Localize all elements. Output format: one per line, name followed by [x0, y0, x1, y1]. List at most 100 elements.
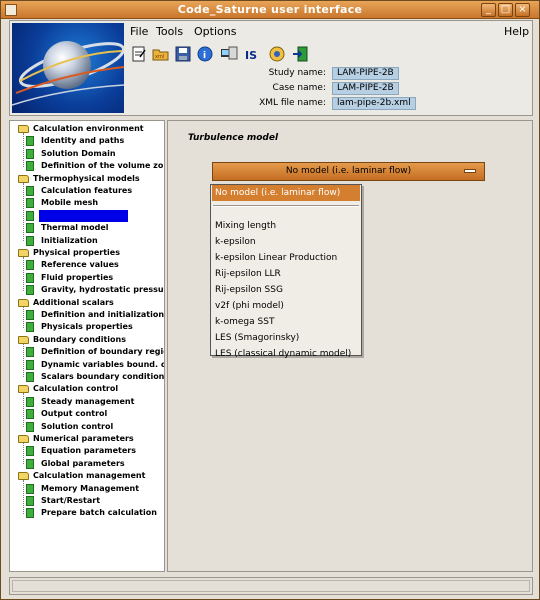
svg-text:i: i — [203, 51, 206, 61]
tree-group-label: Calculation control — [33, 384, 119, 394]
page-icon — [26, 446, 34, 457]
turbulence-model-options: No model (i.e. laminar flow) Mixing lengt… — [210, 184, 362, 359]
page-icon — [26, 272, 34, 283]
turbulence-option[interactable]: Mixing length — [212, 218, 360, 234]
turbulence-option[interactable]: LES (classical dynamic model) — [212, 346, 360, 362]
page-icon — [26, 372, 34, 382]
tree-item-label: Solution control — [41, 421, 114, 431]
toolbar: xml i IS — [126, 45, 532, 65]
section-title: Turbulence model — [188, 133, 279, 143]
tree-item-label: Mobile mesh — [41, 198, 99, 208]
tree-group-label: Calculation management — [33, 471, 146, 481]
folder-open-icon — [18, 298, 29, 307]
tree-connector — [23, 443, 24, 465]
tree-item-label: Physicals properties — [41, 322, 133, 332]
tree-group-label: Boundary conditions — [33, 334, 126, 344]
dropdown-indicator-icon — [464, 169, 476, 173]
code-saturne-logo — [12, 23, 124, 113]
page-icon — [26, 483, 34, 494]
navigation-tree[interactable]: Calculation environment Identity and path… — [9, 120, 165, 572]
tree-item-label: Gravity, hydrostatic pressure — [41, 285, 165, 295]
case-name-label: Case name: — [272, 83, 326, 93]
page-icon — [26, 421, 34, 432]
tree-group-label: Physical properties — [33, 248, 120, 257]
tree-item-label: Identity and paths — [41, 136, 125, 146]
close-icon[interactable]: × — [515, 3, 530, 17]
page-icon — [26, 210, 34, 221]
run-icon[interactable] — [268, 45, 286, 63]
turbulence-model-select[interactable]: No model (i.e. laminar flow) — [212, 162, 485, 181]
study-name-label: Study name: — [268, 68, 326, 78]
tree-connector — [23, 306, 24, 328]
menu-separator — [213, 205, 359, 207]
page-icon — [26, 310, 34, 320]
menu-tools[interactable]: Tools — [156, 25, 183, 38]
page-icon — [26, 198, 34, 209]
turbulence-option[interactable]: LES (Smagorinsky) — [212, 330, 360, 346]
tree-item-label: Memory Management — [41, 483, 140, 493]
menu-file[interactable]: File — [130, 25, 148, 38]
tree-item-label: Initialization — [41, 235, 98, 245]
open-folder-icon[interactable]: xml — [152, 45, 170, 63]
page-icon — [26, 136, 34, 147]
turbulence-option[interactable]: Rij-epsilon LLR — [212, 266, 360, 282]
minimize-icon[interactable]: _ — [481, 3, 496, 17]
study-name-value: LAM-PIPE-2B — [332, 67, 399, 80]
xml-file-label: XML file name: — [259, 98, 326, 108]
quit-icon[interactable] — [292, 45, 310, 63]
tree-item-label: Scalars boundary conditions — [41, 372, 165, 381]
turbulence-option[interactable]: No model (i.e. laminar flow) — [212, 185, 360, 201]
identity-icon[interactable]: IS — [244, 45, 262, 63]
header-panel: File Tools Options Help xml i IS Study n… — [9, 20, 533, 116]
page-icon — [26, 285, 34, 296]
tree-item-label: Output control — [41, 409, 108, 419]
page-icon — [26, 235, 34, 246]
folder-open-icon — [18, 435, 29, 443]
xml-file-value: lam-pipe-2b.xml — [332, 97, 416, 110]
save-icon[interactable] — [174, 45, 192, 63]
tree-connector — [23, 182, 24, 241]
tree-item-label: Equation parameters — [41, 446, 137, 456]
case-browser-icon[interactable] — [220, 45, 238, 63]
page-icon — [26, 496, 34, 506]
turbulence-option[interactable]: k-omega SST — [212, 314, 360, 330]
maximize-icon[interactable]: □ — [498, 3, 513, 17]
menu-help[interactable]: Help — [504, 25, 529, 38]
folder-open-icon — [18, 472, 29, 481]
tree-connector — [23, 393, 24, 427]
tree-connector — [23, 257, 24, 291]
info-icon[interactable]: i — [196, 45, 214, 63]
page-icon — [26, 148, 34, 159]
svg-text:IS: IS — [245, 49, 257, 62]
tree-group-label: Additional scalars — [33, 297, 114, 307]
tree-item-label: Prepare batch calculation — [41, 508, 157, 518]
new-file-icon[interactable] — [130, 45, 148, 63]
page-icon — [26, 359, 34, 370]
window-title: Code_Saturne user interface — [177, 3, 363, 16]
case-name-row: Case name: LAM-PIPE-2B — [126, 82, 532, 96]
folder-open-icon — [18, 174, 29, 183]
tree-item-label: Global parameters — [41, 458, 125, 468]
folder-open-icon — [18, 125, 29, 133]
page-icon — [26, 186, 34, 196]
page-icon — [26, 458, 34, 469]
status-field — [12, 580, 530, 592]
folder-open-icon — [18, 249, 29, 257]
page-icon — [26, 396, 34, 407]
xml-file-row: XML file name: lam-pipe-2b.xml — [126, 97, 532, 111]
turbulence-option[interactable]: Rij-epsilon SSG — [212, 282, 360, 298]
page-icon — [26, 508, 34, 519]
tree-item-label: Definition and initialization — [41, 310, 165, 319]
turbulence-option[interactable]: k-epsilon Linear Production — [212, 250, 360, 266]
tree-item-label: Calculation features — [41, 186, 133, 195]
tree-item-label: Dynamic variables bound. cond. — [41, 359, 164, 369]
tree-item-label: Steady management — [41, 396, 135, 406]
page-icon — [26, 347, 34, 358]
turbulence-option[interactable]: k-epsilon — [212, 234, 360, 250]
turbulence-model-value: No model (i.e. laminar flow) — [285, 166, 412, 176]
tree-connector — [23, 133, 24, 167]
turbulence-option[interactable]: v2f (phi model) — [212, 298, 360, 314]
title-bar[interactable]: Code_Saturne user interface _ □ × — [1, 1, 539, 19]
menu-options[interactable]: Options — [194, 25, 236, 38]
tree-item-label: Definition of boundary regions — [41, 347, 164, 357]
